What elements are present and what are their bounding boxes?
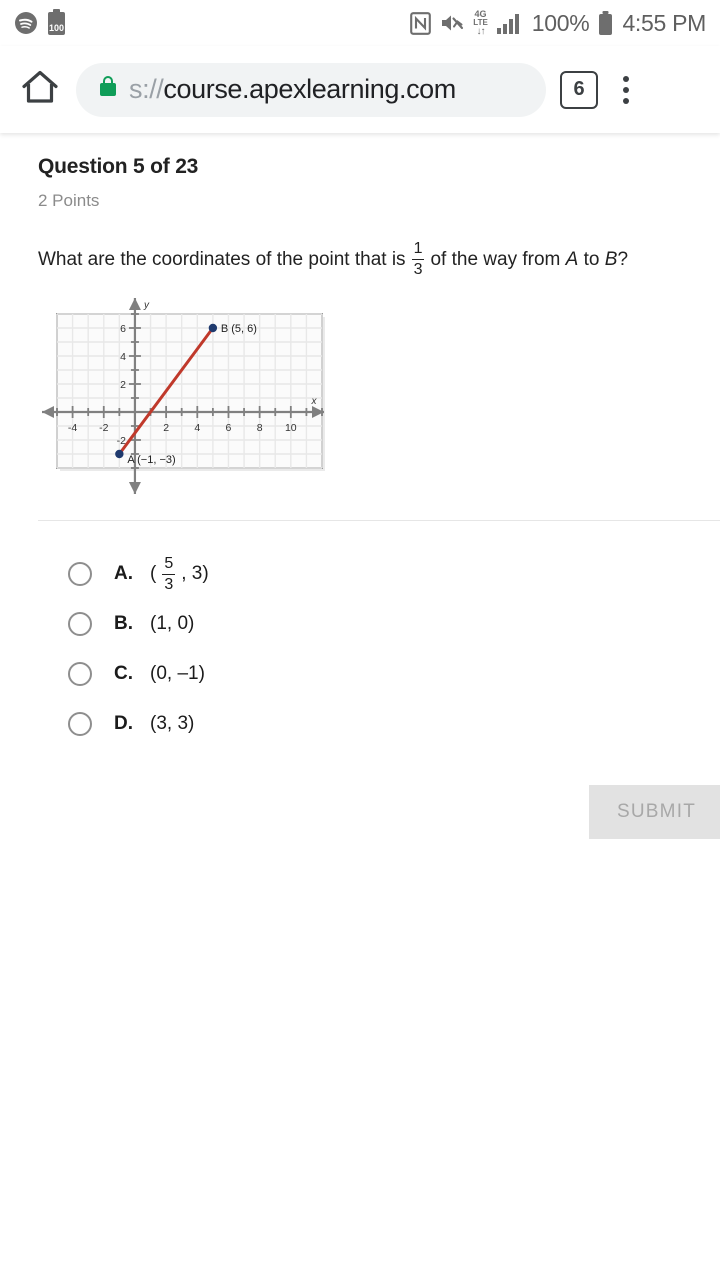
overflow-menu-icon[interactable]: [604, 68, 648, 112]
menu-dot: [623, 97, 629, 104]
prompt-part-2: of the way from: [430, 248, 561, 270]
prompt-point-b: B: [604, 248, 618, 270]
answer-option-d[interactable]: D. (3, 3): [0, 699, 720, 749]
battery-icon: [598, 10, 613, 36]
browser-toolbar: s://course.apexlearning.com 6: [0, 46, 720, 133]
answer-fraction: 53: [162, 554, 176, 593]
prompt-point-a: A: [565, 248, 579, 270]
home-icon: [20, 68, 60, 111]
signal-bars-icon: [496, 12, 523, 34]
url-host: course.apexlearning.com: [163, 74, 456, 104]
y-tick-label: 4: [120, 351, 126, 363]
lock-icon: [100, 76, 116, 96]
answer-option-c[interactable]: C. (0, –1): [0, 649, 720, 699]
data-point-a: [115, 449, 124, 459]
answer-letter: B.: [114, 613, 133, 634]
prompt-end: ?: [617, 248, 629, 270]
answer-letter: D.: [114, 713, 133, 734]
battery-percent-label: 100%: [531, 9, 590, 36]
paren-open: (: [150, 563, 157, 584]
x-tick-label: 6: [226, 422, 232, 434]
status-bar: 100 4G LTE ↓↑ 100% 4:55 PM: [0, 0, 720, 46]
submit-row: SUBMIT: [0, 785, 720, 839]
battery-saver-100-icon: 100: [48, 8, 65, 35]
spotify-icon: [14, 11, 38, 35]
question-page: Question 5 of 23 2 Points What are the c…: [0, 155, 720, 839]
radio-button-a[interactable]: [68, 562, 92, 586]
x-axis-label: x: [311, 396, 318, 407]
answer-fraction-denominator: 3: [162, 573, 176, 593]
nfc-icon: [410, 11, 432, 35]
tab-counter-button[interactable]: 6: [560, 70, 598, 109]
lte-data-icon: 4G LTE ↓↑: [473, 8, 488, 37]
volume-muted-icon: [440, 12, 464, 34]
answer-value-rest: , 3): [181, 563, 209, 584]
submit-button[interactable]: SUBMIT: [589, 785, 720, 839]
answer-fraction-numerator: 5: [164, 554, 174, 572]
home-button[interactable]: [14, 64, 66, 116]
fraction-one-third: 1 3: [411, 240, 425, 278]
question-prompt: What are the coordinates of the point th…: [38, 241, 682, 278]
x-tick-label: 8: [257, 422, 263, 434]
url-scheme: s://: [129, 74, 164, 104]
menu-dot: [623, 86, 629, 93]
coordinate-graph: -4 -2 2 4 6 8 10 6 4 2 -2 x y A (−1, −3) B (5, 6): [38, 296, 328, 496]
radio-button-d[interactable]: [68, 712, 92, 736]
plot-frame: [56, 313, 323, 469]
answer-options-list: A. (5 3, 3) B. (1, 0) C. (0, –1) D. (3, 3): [0, 549, 720, 749]
clock-label: 4:55 PM: [622, 9, 706, 36]
tab-count-label: 6: [573, 78, 585, 100]
url-text: s://course.apexlearning.com: [129, 74, 456, 105]
x-tick-label: -2: [99, 422, 108, 434]
answer-letter: C.: [114, 663, 133, 684]
points-label: 2 Points: [38, 191, 100, 210]
x-tick-label: 2: [163, 422, 169, 434]
status-bar-right: 4G LTE ↓↑ 100% 4:55 PM: [410, 8, 706, 37]
answer-option-a[interactable]: A. (5 3, 3): [0, 549, 720, 599]
prompt-part-1: What are the coordinates of the point th…: [38, 248, 406, 270]
graph-svg: -4 -2 2 4 6 8 10642-2xyA (−1, −3)B (5, 6): [42, 298, 325, 494]
radio-button-b[interactable]: [68, 612, 92, 636]
prompt-part-3: to: [583, 248, 600, 270]
url-bar[interactable]: s://course.apexlearning.com: [76, 62, 546, 117]
answer-value: (1, 0): [150, 613, 195, 634]
y-tick-label: 6: [120, 323, 126, 335]
y-axis-label: y: [143, 300, 150, 311]
data-point-b: [208, 323, 218, 333]
answer-value: (5 3, 3): [150, 554, 209, 593]
answer-letter: A.: [114, 563, 133, 584]
answer-option-b[interactable]: B. (1, 0): [0, 599, 720, 649]
x-tick-label: -4: [68, 422, 77, 434]
radio-button-c[interactable]: [68, 662, 92, 686]
status-bar-left: 100: [14, 8, 65, 35]
page-title: Question 5 of 23: [38, 155, 199, 178]
x-tick-label: 4: [194, 422, 200, 434]
answer-value: (0, –1): [150, 663, 205, 684]
fraction-numerator: 1: [413, 240, 423, 257]
y-tick-label: 2: [120, 379, 126, 391]
fraction-denominator: 3: [411, 259, 425, 278]
point-label-a: A (−1, −3): [127, 454, 175, 466]
menu-dot: [623, 75, 629, 82]
point-label-b: B (5, 6): [221, 323, 257, 335]
divider: [38, 520, 720, 521]
answer-value: (3, 3): [150, 713, 195, 734]
x-tick-label: 10: [285, 422, 297, 434]
